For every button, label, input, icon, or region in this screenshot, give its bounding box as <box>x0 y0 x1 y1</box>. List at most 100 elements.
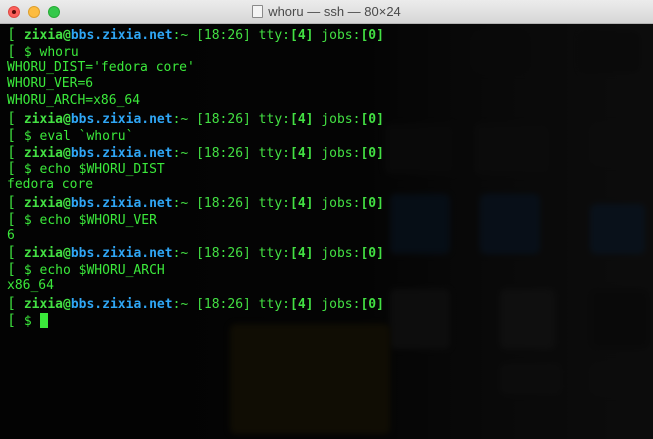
output-text: WHORU_ARCH=x86_64 <box>7 93 141 109</box>
prompt-tty-value: [4] <box>290 28 314 43</box>
prompt-jobs-label: jobs: <box>313 246 361 262</box>
prompt-at: @ <box>63 195 71 211</box>
output-line: WHORU_ARCH=x86_64 <box>7 93 653 110</box>
command-text: $ whoru <box>23 44 79 60</box>
prompt-host: bbs.zixia.net <box>70 145 173 161</box>
prompt-path: :~ <box>172 195 189 211</box>
prompt-user: zixia <box>23 28 63 43</box>
prompt-tty-label: tty: <box>250 28 290 43</box>
prompt-host: bbs.zixia.net <box>70 111 173 127</box>
prompt-time: [18:26] <box>196 145 251 161</box>
command-text: $ <box>23 313 40 329</box>
prompt-tty-value: [4] <box>290 145 314 161</box>
prompt-bracket: [ <box>7 125 17 144</box>
prompt-jobs-label: jobs: <box>313 296 361 312</box>
prompt-jobs-value: [0] <box>360 246 384 262</box>
prompt-jobs-label: jobs: <box>313 195 361 211</box>
output-text: 6 <box>7 227 15 243</box>
prompt-host: bbs.zixia.net <box>70 246 173 262</box>
prompt-tty-value: [4] <box>290 246 314 262</box>
prompt-at: @ <box>63 145 71 161</box>
prompt-line: [ zixia@bbs.zixia.net:~ [18:26] tty:[4] … <box>7 110 653 127</box>
prompt-bracket: [ <box>7 159 17 178</box>
prompt-tty-label: tty: <box>250 296 290 312</box>
window-title-text: whoru — ssh — 80×24 <box>268 4 401 19</box>
prompt-jobs-label: jobs: <box>313 28 361 43</box>
command-text: $ echo $WHORU_DIST <box>23 162 165 178</box>
prompt-at: @ <box>63 28 71 43</box>
output-text: WHORU_DIST='fedora core' <box>7 59 195 75</box>
prompt-bracket: [ <box>7 25 17 43</box>
prompt-tty-label: tty: <box>250 111 290 127</box>
prompt-path: :~ <box>172 296 189 312</box>
prompt-bracket: [ <box>7 41 17 60</box>
prompt-host: bbs.zixia.net <box>70 28 173 43</box>
prompt-bracket: [ <box>7 293 17 312</box>
prompt-host: bbs.zixia.net <box>70 195 173 211</box>
prompt-jobs-value: [0] <box>360 296 384 312</box>
terminal-output[interactable]: [ zixia@bbs.zixia.net:~ [18:26] tty:[4] … <box>0 24 653 439</box>
prompt-time: [18:26] <box>196 296 251 312</box>
prompt-bracket: [ <box>7 108 17 127</box>
prompt-path: :~ <box>172 111 189 127</box>
output-line: WHORU_VER=6 <box>7 76 653 93</box>
prompt-host: bbs.zixia.net <box>70 296 173 312</box>
prompt-jobs-value: [0] <box>360 195 384 211</box>
output-text: x86_64 <box>7 277 54 293</box>
prompt-user: zixia <box>23 246 63 262</box>
command-line: [ $ <box>7 310 653 329</box>
command-text: $ echo $WHORU_VER <box>23 212 157 228</box>
text-cursor <box>39 312 48 328</box>
prompt-bracket: [ <box>7 142 17 161</box>
prompt-tty-label: tty: <box>250 195 290 211</box>
command-line: [ $ echo $WHORU_DIST <box>7 160 653 177</box>
output-text: fedora core <box>7 177 94 193</box>
prompt-path: :~ <box>172 145 189 161</box>
command-line: [ $ echo $WHORU_ARCH <box>7 261 653 278</box>
title-bar[interactable]: whoru — ssh — 80×24 <box>0 0 653 24</box>
prompt-user: zixia <box>23 296 63 312</box>
command-text: $ echo $WHORU_ARCH <box>23 263 165 279</box>
prompt-tty-label: tty: <box>250 246 290 262</box>
prompt-user: zixia <box>23 111 63 127</box>
prompt-tty-label: tty: <box>250 145 290 161</box>
terminal-window: whoru — ssh — 80×24 [ zixia@bbs.zixia.ne… <box>0 0 653 439</box>
prompt-bracket: [ <box>7 192 17 211</box>
prompt-time: [18:26] <box>196 111 251 127</box>
prompt-time: [18:26] <box>196 195 251 211</box>
prompt-jobs-label: jobs: <box>313 145 361 161</box>
prompt-at: @ <box>63 246 71 262</box>
prompt-time: [18:26] <box>196 28 251 43</box>
output-line: 6 <box>7 228 653 245</box>
prompt-at: @ <box>63 111 71 127</box>
output-line: WHORU_DIST='fedora core' <box>7 60 653 77</box>
output-text: WHORU_VER=6 <box>7 76 94 92</box>
prompt-tty-value: [4] <box>290 195 314 211</box>
prompt-path: :~ <box>172 28 189 43</box>
document-icon <box>252 5 264 18</box>
prompt-line: [ zixia@bbs.zixia.net:~ [18:26] tty:[4] … <box>7 26 653 43</box>
command-line: [ $ echo $WHORU_VER <box>7 210 653 228</box>
prompt-user: zixia <box>23 145 63 161</box>
window-title: whoru — ssh — 80×24 <box>0 4 653 19</box>
prompt-jobs-label: jobs: <box>313 111 361 127</box>
command-line: [ $ whoru <box>7 41 653 60</box>
prompt-bracket: [ <box>7 243 17 262</box>
prompt-tty-value: [4] <box>290 296 314 312</box>
prompt-user: zixia <box>23 195 63 211</box>
prompt-path: :~ <box>172 246 189 262</box>
command-text: $ eval `whoru` <box>23 128 134 144</box>
prompt-at: @ <box>63 296 71 312</box>
prompt-bracket: [ <box>7 310 17 329</box>
prompt-jobs-value: [0] <box>360 28 384 43</box>
command-line: [ $ eval `whoru` <box>7 125 653 144</box>
prompt-jobs-value: [0] <box>360 111 384 127</box>
prompt-line: [ zixia@bbs.zixia.net:~ [18:26] tty:[4] … <box>7 142 653 161</box>
prompt-line: [ zixia@bbs.zixia.net:~ [18:26] tty:[4] … <box>7 293 653 312</box>
prompt-time: [18:26] <box>196 246 251 262</box>
prompt-bracket: [ <box>7 260 17 279</box>
output-line: fedora core <box>7 177 653 194</box>
output-line: x86_64 <box>7 278 653 295</box>
prompt-jobs-value: [0] <box>360 145 384 161</box>
prompt-line: [ zixia@bbs.zixia.net:~ [18:26] tty:[4] … <box>7 244 653 261</box>
